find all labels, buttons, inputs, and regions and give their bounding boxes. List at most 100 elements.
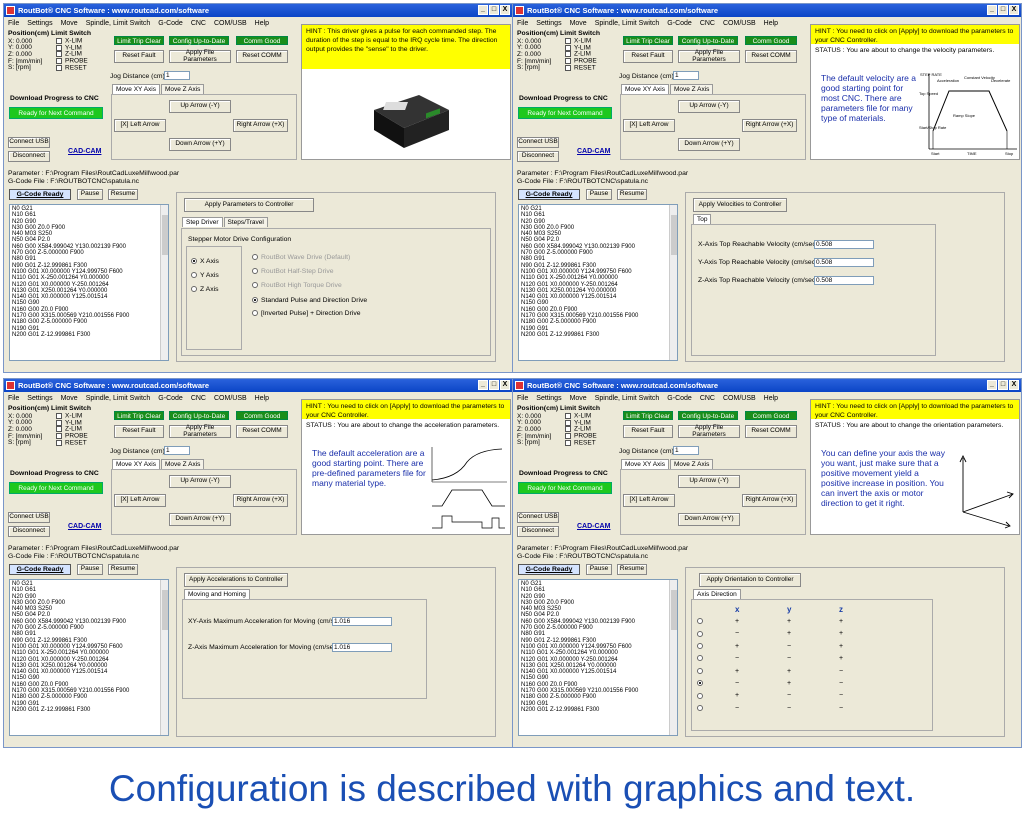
menu-item[interactable]: Help (255, 20, 269, 27)
drive-option[interactable]: RoutBot High Torque Drive (252, 282, 342, 289)
menu-item[interactable]: Settings (27, 20, 52, 27)
right-arrow-button[interactable]: Right Arrow (+X) (233, 119, 288, 132)
menu-item[interactable]: File (517, 20, 528, 27)
menu-item[interactable]: Spindle, Limit Switch (595, 395, 660, 402)
tab-top[interactable]: Top (693, 214, 712, 224)
apply-file-parameters-button[interactable]: Apply File Parameters (169, 424, 231, 438)
orientation-radio[interactable] (697, 692, 706, 699)
up-arrow-button[interactable]: Up Arrow (-Y) (169, 475, 231, 488)
right-arrow-button[interactable]: Right Arrow (+X) (742, 494, 797, 507)
down-arrow-button[interactable]: Down Arrow (+Y) (169, 138, 231, 151)
orientation-radio[interactable] (697, 618, 706, 625)
gcode-listbox[interactable]: N0 G21 N10 G61 N20 G90 N30 G00 Z0.0 F900 N40… (518, 204, 678, 361)
tab-move-xy[interactable]: Move XY Axis (621, 459, 669, 469)
limit-checkbox[interactable] (565, 38, 571, 44)
limit-checkbox[interactable] (56, 51, 62, 58)
reset-comm-button[interactable]: Reset COMM (236, 50, 288, 63)
menu-item[interactable]: COM/USB (723, 395, 756, 402)
radio-icon[interactable] (697, 705, 703, 711)
disconnect-button[interactable]: Disconnect (8, 151, 50, 162)
tab-move-z[interactable]: Move Z Axis (669, 459, 714, 469)
menu-item[interactable]: COM/USB (723, 20, 756, 27)
menu-item[interactable]: Help (764, 20, 778, 27)
minimize-button[interactable]: _ (987, 5, 997, 15)
jog-distance-input[interactable]: 1 (164, 71, 190, 80)
orientation-radio[interactable] (697, 667, 706, 675)
apply-file-parameters-button[interactable]: Apply File Parameters (678, 49, 740, 63)
limit-checkbox[interactable] (565, 44, 571, 51)
close-button[interactable]: X (1009, 380, 1019, 390)
menu-item[interactable]: Spindle, Limit Switch (86, 20, 151, 27)
menu-item[interactable]: CNC (191, 395, 206, 402)
tab-moving-homing[interactable]: Moving and Homing (184, 589, 250, 599)
drive-option[interactable]: RoutBot Wave Drive (Default) (252, 254, 350, 261)
menu-item[interactable]: Spindle, Limit Switch (595, 20, 660, 27)
maximize-button[interactable]: □ (489, 5, 499, 15)
acceleration-input[interactable]: 1.016 (332, 643, 392, 652)
gcode-listbox[interactable]: N0 G21 N10 G61 N20 G90 N30 G00 Z0.0 F900 N40… (9, 204, 169, 361)
velocity-input[interactable]: 0.508 (814, 258, 874, 267)
radio-icon[interactable] (252, 268, 258, 275)
axis-radio[interactable]: X Axis (191, 258, 219, 265)
right-arrow-button[interactable]: Right Arrow (+X) (742, 119, 797, 132)
tab-step-driver[interactable]: Step Driver (182, 217, 223, 227)
menu-item[interactable]: Move (61, 395, 78, 402)
resume-button[interactable]: Resume (617, 189, 647, 200)
cad-cam-link[interactable]: CAD-CAM (68, 148, 101, 155)
menu-item[interactable]: Move (61, 20, 78, 27)
radio-icon[interactable] (252, 297, 258, 304)
menu-item[interactable]: Move (570, 395, 587, 402)
limit-checkbox[interactable] (56, 433, 62, 440)
scrollbar-thumb[interactable] (671, 215, 677, 255)
close-button[interactable]: X (500, 5, 510, 15)
up-arrow-button[interactable]: Up Arrow (-Y) (678, 475, 740, 488)
connect-usb-button[interactable]: Connect USB (517, 137, 559, 148)
orientation-radio[interactable] (697, 680, 706, 687)
cad-cam-link[interactable]: CAD-CAM (577, 148, 610, 155)
limit-checkbox[interactable] (56, 426, 62, 433)
limit-checkbox[interactable] (565, 413, 571, 419)
reset-comm-button[interactable]: Reset COMM (745, 425, 797, 438)
left-arrow-button[interactable]: [X] Left Arrow (623, 494, 675, 507)
scrollbar-thumb[interactable] (671, 590, 677, 630)
menu-item[interactable]: Settings (536, 20, 561, 27)
pause-button[interactable]: Pause (586, 189, 612, 200)
gcode-ready-button[interactable]: G-Code Ready (518, 564, 580, 575)
menu-item[interactable]: G-Code (667, 395, 692, 402)
tab-move-z[interactable]: Move Z Axis (160, 84, 205, 94)
up-arrow-button[interactable]: Up Arrow (-Y) (678, 100, 740, 113)
tab-move-z[interactable]: Move Z Axis (669, 84, 714, 94)
minimize-button[interactable]: _ (478, 380, 488, 390)
radio-icon[interactable] (252, 282, 258, 289)
radio-icon[interactable] (191, 286, 197, 293)
scrollbar-thumb[interactable] (162, 590, 168, 630)
tab-move-xy[interactable]: Move XY Axis (621, 84, 669, 94)
menu-item[interactable]: CNC (191, 20, 206, 27)
cad-cam-link[interactable]: CAD-CAM (577, 523, 610, 530)
pause-button[interactable]: Pause (77, 189, 103, 200)
menu-item[interactable]: Help (255, 395, 269, 402)
down-arrow-button[interactable]: Down Arrow (+Y) (678, 513, 740, 526)
orientation-radio[interactable] (697, 643, 706, 650)
menu-item[interactable]: Help (764, 395, 778, 402)
radio-icon[interactable] (252, 310, 258, 317)
scrollbar[interactable] (160, 205, 168, 360)
orientation-radio[interactable] (697, 630, 706, 637)
drive-option[interactable]: Standard Pulse and Direction Drive (252, 297, 367, 304)
tab-steps-travel[interactable]: Steps/Travel (223, 217, 268, 227)
maximize-button[interactable]: □ (998, 5, 1008, 15)
menu-item[interactable]: COM/USB (214, 395, 247, 402)
jog-distance-input[interactable]: 1 (164, 446, 190, 455)
reset-fault-button[interactable]: Reset Fault (623, 425, 673, 438)
gcode-listbox[interactable]: N0 G21 N10 G61 N20 G90 N30 G00 Z0.0 F900 N40… (518, 579, 678, 736)
radio-icon[interactable] (191, 272, 197, 279)
reset-fault-button[interactable]: Reset Fault (114, 50, 164, 63)
scrollbar[interactable] (160, 580, 168, 735)
menu-item[interactable]: G-Code (667, 20, 692, 27)
limit-checkbox[interactable] (56, 38, 62, 44)
jog-distance-input[interactable]: 1 (673, 71, 699, 80)
menu-item[interactable]: CNC (700, 395, 715, 402)
radio-icon[interactable] (252, 254, 258, 261)
apply-accelerations-button[interactable]: Apply Accelerations to Controller (184, 573, 288, 587)
left-arrow-button[interactable]: [X] Left Arrow (114, 119, 166, 132)
